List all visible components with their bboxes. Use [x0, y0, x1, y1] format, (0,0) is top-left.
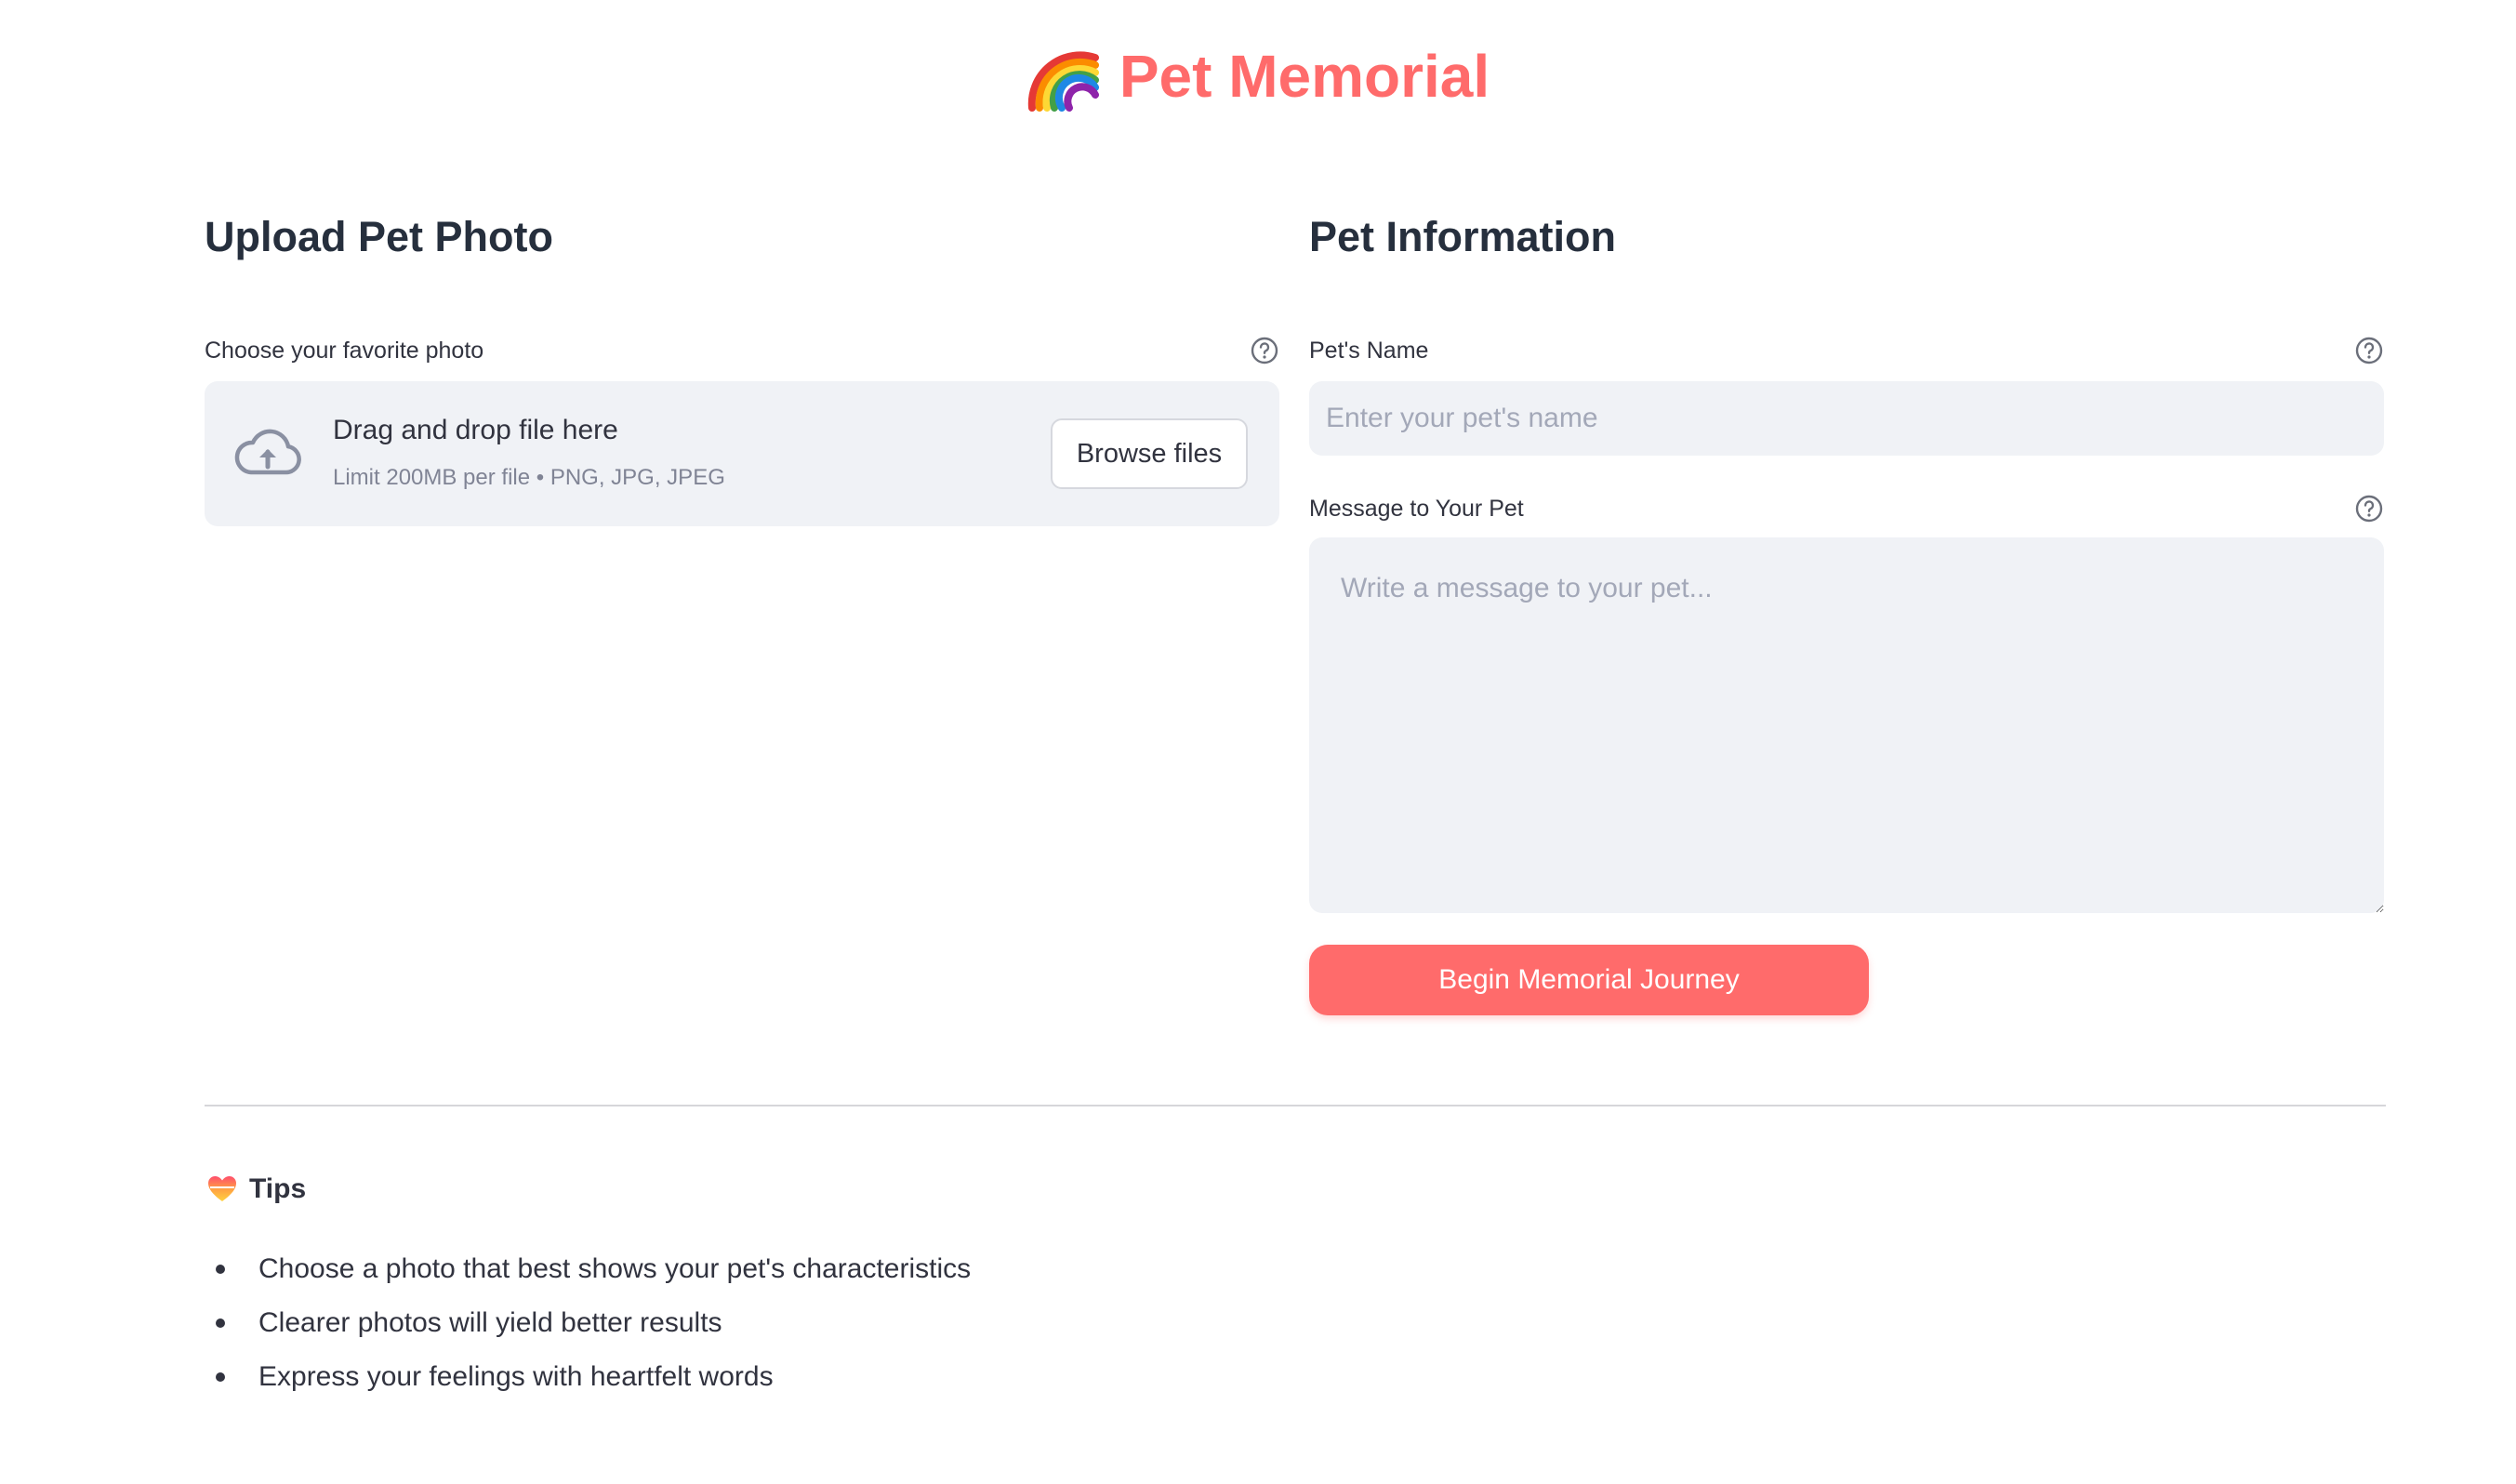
rainbow-icon [1026, 39, 1101, 113]
browse-files-button[interactable]: Browse files [1051, 418, 1248, 489]
photo-label: Choose your favorite photo [205, 337, 484, 364]
begin-memorial-button[interactable]: Begin Memorial Journey [1309, 945, 1869, 1015]
help-circle-icon[interactable] [1250, 336, 1279, 365]
list-item: Express your feelings with heartfelt wor… [206, 1350, 971, 1404]
file-dropzone[interactable]: Drag and drop file here Limit 200MB per … [205, 381, 1279, 526]
heart-icon [206, 1173, 238, 1205]
pet-name-input[interactable] [1309, 381, 2384, 456]
tips-title: Tips [249, 1173, 307, 1204]
tip-text: Clearer photos will yield better results [258, 1307, 722, 1338]
upload-heading: Upload Pet Photo [205, 213, 553, 260]
tip-text: Express your feelings with heartfelt wor… [258, 1361, 774, 1392]
page-title: Pet Memorial [1119, 43, 1490, 110]
list-item: Clearer photos will yield better results [206, 1296, 971, 1350]
message-textarea[interactable] [1309, 537, 2384, 913]
tip-text: Choose a photo that best shows your pet'… [258, 1253, 972, 1284]
message-label: Message to Your Pet [1309, 495, 1524, 522]
bullet-icon [216, 1318, 225, 1328]
page: Pet Memorial Upload Pet Photo Choose you… [0, 0, 2516, 1484]
pet-name-label: Pet's Name [1309, 337, 1429, 364]
app-title: Pet Memorial [0, 39, 2516, 113]
dropzone-limit: Limit 200MB per file • PNG, JPG, JPEG [333, 465, 725, 490]
tips-heading: Tips [206, 1173, 306, 1205]
message-label-row: Message to Your Pet [1309, 493, 2384, 524]
pet-info-heading: Pet Information [1309, 213, 1617, 260]
bullet-icon [216, 1372, 225, 1382]
photo-label-row: Choose your favorite photo [205, 335, 1279, 366]
help-circle-icon[interactable] [2354, 494, 2384, 523]
name-label-row: Pet's Name [1309, 335, 2384, 366]
tips-list: Choose a photo that best shows your pet'… [206, 1242, 971, 1404]
dropzone-text: Drag and drop file here [333, 415, 618, 445]
bullet-icon [216, 1265, 225, 1274]
cloud-upload-icon [232, 424, 303, 484]
list-item: Choose a photo that best shows your pet'… [206, 1242, 971, 1296]
divider [205, 1105, 2386, 1106]
help-circle-icon[interactable] [2354, 336, 2384, 365]
